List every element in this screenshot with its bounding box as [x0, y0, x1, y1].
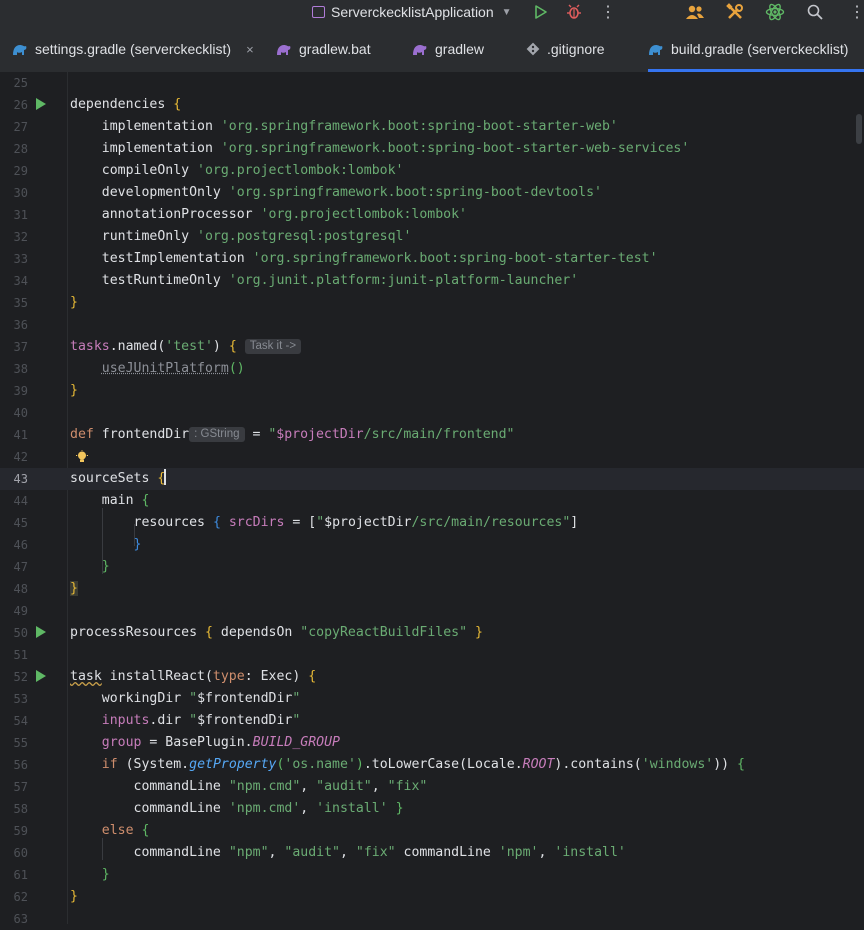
code-line: 34 testRuntimeOnly 'org.junit.platform:j…: [13, 273, 579, 288]
tab-label: gradlew.bat: [299, 41, 371, 57]
text-caret: [164, 469, 167, 485]
git-icon: [526, 42, 540, 56]
close-icon[interactable]: ×: [246, 42, 254, 57]
gradle-icon: [13, 45, 27, 55]
tab-gitignore[interactable]: .gitignore: [526, 26, 605, 72]
code-line: 28 implementation 'org.springframework.b…: [13, 141, 690, 156]
lightbulb-icon[interactable]: [76, 450, 88, 464]
tab-settings-gradle[interactable]: settings.gradle (serverckecklist) ×: [12, 26, 254, 72]
code-line: 27 implementation 'org.springframework.b…: [13, 119, 618, 134]
debug-icon: [567, 4, 581, 19]
run-icon: [535, 5, 547, 19]
code-line: 40: [13, 406, 28, 420]
settings-icon: ⋮: [849, 4, 864, 21]
gradle-icon: [413, 45, 427, 55]
inlay-type-hint[interactable]: : GString: [189, 427, 245, 442]
gradle-icon: [649, 45, 663, 55]
application-config-icon: [312, 6, 325, 18]
tab-gradlew-bat[interactable]: gradlew.bat: [276, 26, 371, 72]
ai-assistant-button[interactable]: [764, 2, 786, 22]
settings-button[interactable]: ⋮: [846, 2, 864, 22]
code-line: 32 runtimeOnly 'org.postgresql:postgresq…: [13, 229, 412, 244]
code-line: 38 useJUnitPlatform(): [13, 361, 245, 376]
gradle-icon: [277, 45, 291, 55]
debug-button[interactable]: [563, 2, 585, 22]
code-line: 41 def frontendDir: GString = "$projectDi…: [13, 427, 515, 442]
atom-icon: [765, 3, 785, 21]
code-line: 30 developmentOnly 'org.springframework.…: [13, 185, 602, 200]
code-line: 50 processResources { dependsOn "copyReac…: [13, 625, 483, 640]
code-line: 44 main {: [13, 493, 150, 508]
code-line: 52 task installReact(type: Exec) {: [13, 669, 317, 684]
code-with-me-button[interactable]: [684, 2, 706, 22]
code-line: 54 inputs.dir "$frontendDir": [13, 713, 301, 728]
run-gutter-icon[interactable]: [36, 98, 46, 110]
tab-build-gradle[interactable]: build.gradle (serverckecklist): [648, 26, 864, 72]
code-line: 42: [0, 446, 864, 468]
code-line: 33 testImplementation 'org.springframewo…: [13, 251, 658, 266]
code-line: 56 if (System.getProperty('os.name').toL…: [13, 757, 745, 772]
tab-label: settings.gradle (serverckecklist): [35, 41, 232, 57]
code-line: 29 compileOnly 'org.projectlombok:lombok…: [13, 163, 404, 178]
search-everywhere-button[interactable]: [804, 2, 826, 22]
build-tools-icon: [726, 3, 743, 19]
run-gutter-icon[interactable]: [36, 670, 46, 682]
more-icon: ⋮: [600, 4, 616, 21]
code-line: 47 }: [13, 559, 110, 574]
code-editor[interactable]: 25 26 dependencies { 27 implementation 'o…: [0, 72, 864, 926]
tab-label: .gitignore: [547, 41, 605, 57]
code-line-current: 43 sourceSets {: [0, 468, 864, 490]
run-gutter-icon[interactable]: [36, 626, 46, 638]
code-line: 48}: [13, 581, 78, 596]
run-configuration-selector[interactable]: ServerckecklistApplication ▼: [312, 2, 512, 22]
collab-icon: [686, 5, 704, 19]
code-line: 35}: [13, 295, 78, 310]
code-line: 31 annotationProcessor 'org.projectlombo…: [13, 207, 467, 222]
run-button[interactable]: [530, 2, 552, 22]
code-line: 25: [13, 76, 28, 90]
code-line: 37 tasks.named('test') { Task it ->: [0, 336, 864, 358]
code-line: 63: [13, 912, 28, 926]
code-line: 61 }: [13, 867, 110, 882]
code-line: 58 commandLine 'npm.cmd', 'install' }: [13, 801, 404, 816]
editor-tabs: settings.gradle (serverckecklist) × grad…: [0, 26, 864, 73]
chevron-down-icon: ▼: [501, 6, 512, 18]
build-tools-button[interactable]: [724, 2, 746, 22]
code-line: 46 }: [13, 537, 142, 552]
inlay-type-hint[interactable]: Task it ->: [244, 339, 302, 354]
run-configuration-label: ServerckecklistApplication: [331, 4, 494, 20]
code-line: 49: [13, 604, 28, 618]
code-line: 60 commandLine "npm", "audit", "fix" com…: [13, 845, 626, 860]
code-line: 57 commandLine "npm.cmd", "audit", "fix": [13, 779, 428, 794]
tab-label: gradlew: [435, 41, 485, 57]
code-line: 55 group = BasePlugin.BUILD_GROUP: [13, 735, 340, 750]
code-line: 51: [13, 648, 28, 662]
code-line: 39}: [13, 383, 78, 398]
main-toolbar: ServerckecklistApplication ▼ ⋮ ⋮: [0, 0, 864, 26]
search-icon: [807, 4, 823, 20]
code-line: 26 dependencies {: [13, 97, 182, 112]
code-line: 59 else {: [13, 823, 150, 838]
code-line: 45 resources { srcDirs = ["$projectDir/s…: [13, 515, 579, 530]
code-line: 53 workingDir "$frontendDir": [13, 691, 301, 706]
tab-gradlew[interactable]: gradlew: [412, 26, 484, 72]
tab-label: build.gradle (serverckecklist): [671, 41, 849, 57]
code-line: 36: [13, 318, 28, 332]
code-line: 62}: [13, 889, 78, 904]
more-actions-button[interactable]: ⋮: [597, 2, 619, 22]
